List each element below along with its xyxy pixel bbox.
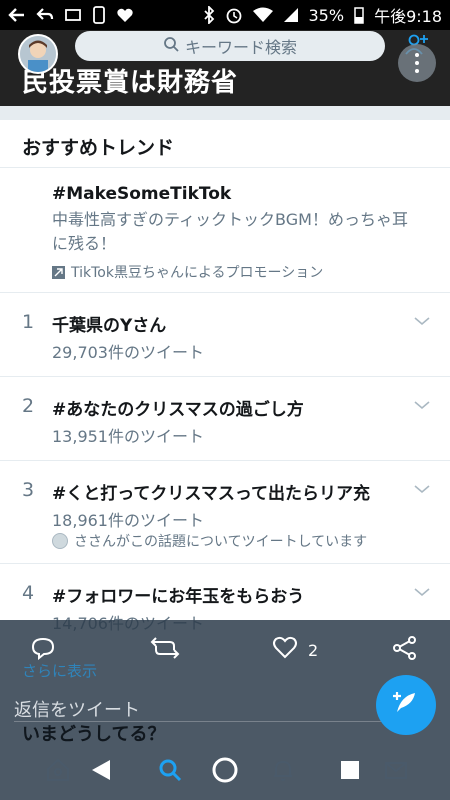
chevron-down-icon[interactable]	[412, 313, 432, 329]
heart-status-icon	[116, 7, 134, 23]
retweet-icon	[150, 636, 180, 664]
heart-icon	[272, 636, 298, 664]
promoted-trend[interactable]: #MakeSomeTikTok 中毒性高すぎのティックトックBGM！めっちゃ耳に…	[0, 168, 450, 293]
trend-name: #くと打ってクリスマスって出たらリア充	[52, 484, 371, 504]
more-dot-icon	[415, 53, 419, 57]
status-left	[8, 6, 134, 24]
notifications-tab[interactable]	[268, 757, 298, 787]
trend-count: 13,951件のツイート	[52, 427, 204, 446]
status-bar: 35% 午後9:18	[0, 0, 450, 30]
trend-rank: 1	[22, 311, 35, 333]
promoted-icon	[52, 265, 65, 279]
trends-section-title: おすすめトレンド	[0, 120, 450, 168]
banner-text: 民投票賞は財務省	[22, 68, 239, 98]
status-right: 35% 午後9:18	[203, 3, 442, 27]
compose-prompt[interactable]: いまどうしてる？	[22, 720, 165, 746]
more-dot-icon	[415, 61, 419, 65]
back-arrow-icon	[8, 7, 26, 23]
home-circle-icon	[210, 755, 240, 789]
promoted-trend-description: 中毒性高すぎのティックトックBGM！めっちゃ耳に残る！	[52, 210, 408, 253]
reply-icon	[30, 636, 56, 664]
battery-percent: 35%	[308, 5, 345, 25]
home-icon	[45, 757, 71, 787]
battery-icon	[354, 6, 364, 24]
trend-item-3[interactable]: 3 #くと打ってクリスマスって出たらリア充 18,961件のツイート ささんがこ…	[0, 461, 450, 564]
messages-tab[interactable]	[381, 757, 411, 787]
more-dot-icon	[415, 69, 419, 73]
trend-rank: 3	[22, 479, 35, 501]
search-tab[interactable]	[155, 757, 185, 787]
avatar[interactable]	[18, 34, 58, 74]
bluetooth-icon	[203, 6, 215, 24]
compose-tweet-button[interactable]	[376, 675, 436, 735]
overflow-menu-button[interactable]	[398, 44, 436, 82]
trend-rank: 2	[22, 395, 35, 417]
wifi-icon	[252, 7, 273, 23]
search-input[interactable]: キーワード検索	[75, 31, 385, 61]
chevron-down-icon[interactable]	[412, 397, 432, 413]
trend-item-1[interactable]: 1 千葉県のYさん 29,703件のツイート	[0, 293, 450, 377]
trend-social-context: ささんがこの話題についてツイートしています	[52, 531, 367, 551]
share-icon	[392, 635, 418, 665]
like-button[interactable]: 2	[272, 630, 318, 670]
bell-icon	[270, 757, 296, 787]
trend-name: 千葉県のYさん	[52, 316, 167, 336]
home-tab[interactable]	[43, 757, 73, 787]
promoted-by: TikTok黒豆ちゃんによるプロモーション	[52, 262, 450, 282]
promoted-trend-tag: #MakeSomeTikTok	[52, 184, 232, 204]
avatar	[52, 533, 68, 549]
dropbox-icon	[64, 7, 82, 23]
chevron-down-icon[interactable]	[412, 481, 432, 497]
chevron-down-icon[interactable]	[412, 584, 432, 600]
trend-count: 29,703件のツイート	[52, 343, 204, 362]
trend-name: #あなたのクリスマスの過ごし方	[52, 400, 304, 420]
clock: 午後9:18	[374, 7, 442, 26]
reply-input[interactable]: 返信をツイート	[14, 696, 404, 722]
recents-square-icon	[338, 758, 362, 786]
compose-feather-icon	[391, 688, 421, 722]
reply-button[interactable]	[30, 630, 56, 670]
like-count: 2	[308, 640, 319, 660]
trend-social-label: ささんがこの話題についてツイートしています	[74, 534, 368, 550]
bottom-nav	[0, 745, 450, 800]
search-icon	[157, 757, 183, 787]
share-button[interactable]	[392, 630, 418, 670]
reply-arrow-icon	[36, 7, 54, 23]
trend-name: #フォロワーにお年玉をもらおう	[52, 587, 305, 607]
signal-icon	[283, 7, 299, 23]
android-recents-button[interactable]	[335, 757, 365, 787]
android-back-button[interactable]	[86, 757, 116, 787]
search-icon	[163, 36, 179, 56]
trend-item-2[interactable]: 2 #あなたのクリスマスの過ごし方 13,951件のツイート	[0, 377, 450, 461]
retweet-button[interactable]	[150, 630, 180, 670]
promoted-by-label: TikTok黒豆ちゃんによるプロモーション	[71, 265, 324, 281]
phone-sync-icon	[92, 6, 106, 24]
android-home-button[interactable]	[210, 757, 240, 787]
section-divider	[0, 106, 450, 120]
back-triangle-icon	[88, 757, 114, 787]
mail-icon	[383, 757, 409, 787]
trend-count: 18,961件のツイート	[52, 511, 204, 530]
trend-rank: 4	[22, 582, 35, 604]
alarm-icon	[225, 6, 243, 24]
tweet-action-bar: 2	[0, 630, 450, 670]
search-placeholder: キーワード検索	[184, 38, 297, 57]
